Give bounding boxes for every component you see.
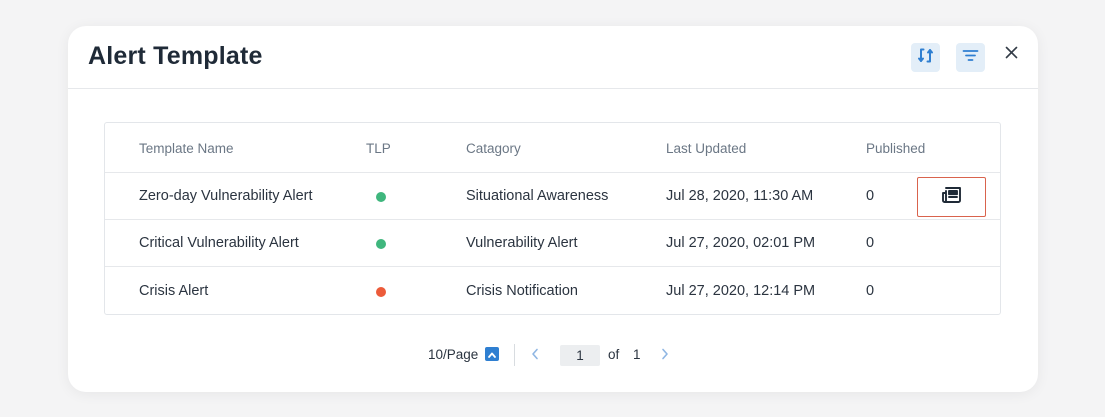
refresh-icon: [917, 47, 934, 69]
table-header-row: Template Name TLP Catagory Last Updated …: [105, 123, 1000, 173]
pagination-divider: [514, 344, 515, 366]
tlp-cell: [366, 220, 386, 266]
last-updated-cell: Jul 28, 2020, 11:30 AM: [666, 188, 814, 204]
template-name-cell: Critical Vulnerability Alert: [139, 235, 299, 251]
pagination: 10/Page of 1: [68, 344, 1038, 368]
published-cell: 0: [866, 188, 875, 204]
tlp-cell: [366, 267, 386, 314]
alert-template-dialog: Alert Template Template Name TLP Catagor…: [68, 26, 1038, 392]
newspaper-icon: [941, 186, 962, 208]
template-name-cell: Zero-day Vulnerability Alert: [139, 188, 313, 204]
chevron-right-icon: [661, 348, 669, 363]
page-size-label[interactable]: 10/Page: [428, 347, 478, 362]
table-row[interactable]: Critical Vulnerability Alert Vulnerabili…: [105, 220, 1000, 267]
category-cell: Situational Awareness: [466, 188, 609, 204]
of-label: of: [608, 347, 620, 362]
close-icon: [1005, 46, 1018, 64]
table-row[interactable]: Zero-day Vulnerability Alert Situational…: [105, 173, 1000, 220]
tlp-status-dot: [376, 239, 386, 249]
column-header-tlp[interactable]: TLP: [366, 123, 391, 172]
dialog-title: Alert Template: [88, 42, 263, 70]
table-row[interactable]: Crisis Alert Crisis Notification Jul 27,…: [105, 267, 1000, 314]
view-alert-button[interactable]: [917, 177, 986, 217]
tlp-status-dot: [376, 286, 386, 297]
tlp-status-dot: [376, 192, 386, 202]
template-name-cell: Crisis Alert: [139, 282, 209, 299]
published-cell: 0: [866, 282, 875, 299]
page-size-dropdown[interactable]: [485, 347, 499, 361]
category-cell: Vulnerability Alert: [466, 235, 578, 251]
refresh-button[interactable]: [911, 43, 940, 72]
column-header-last-updated[interactable]: Last Updated: [666, 123, 746, 172]
current-page-input[interactable]: [560, 345, 600, 366]
next-page-button[interactable]: [658, 344, 672, 366]
last-updated-cell: Jul 27, 2020, 02:01 PM: [666, 235, 816, 251]
category-cell: Crisis Notification: [466, 282, 578, 299]
chevron-left-icon: [531, 348, 539, 363]
previous-page-button[interactable]: [528, 344, 542, 366]
alert-template-table: Template Name TLP Catagory Last Updated …: [104, 122, 1001, 315]
last-updated-cell: Jul 27, 2020, 12:14 PM: [666, 282, 816, 299]
filter-button[interactable]: [956, 43, 985, 72]
column-header-template-name[interactable]: Template Name: [139, 123, 234, 172]
tlp-cell: [366, 173, 386, 219]
close-button[interactable]: [1001, 44, 1021, 66]
filter-icon: [962, 49, 979, 67]
chevron-up-icon: [487, 347, 497, 362]
column-header-published[interactable]: Published: [866, 123, 925, 172]
total-pages: 1: [633, 347, 641, 362]
column-header-category[interactable]: Catagory: [466, 123, 521, 172]
dialog-header: Alert Template: [68, 26, 1038, 89]
published-cell: 0: [866, 235, 875, 251]
